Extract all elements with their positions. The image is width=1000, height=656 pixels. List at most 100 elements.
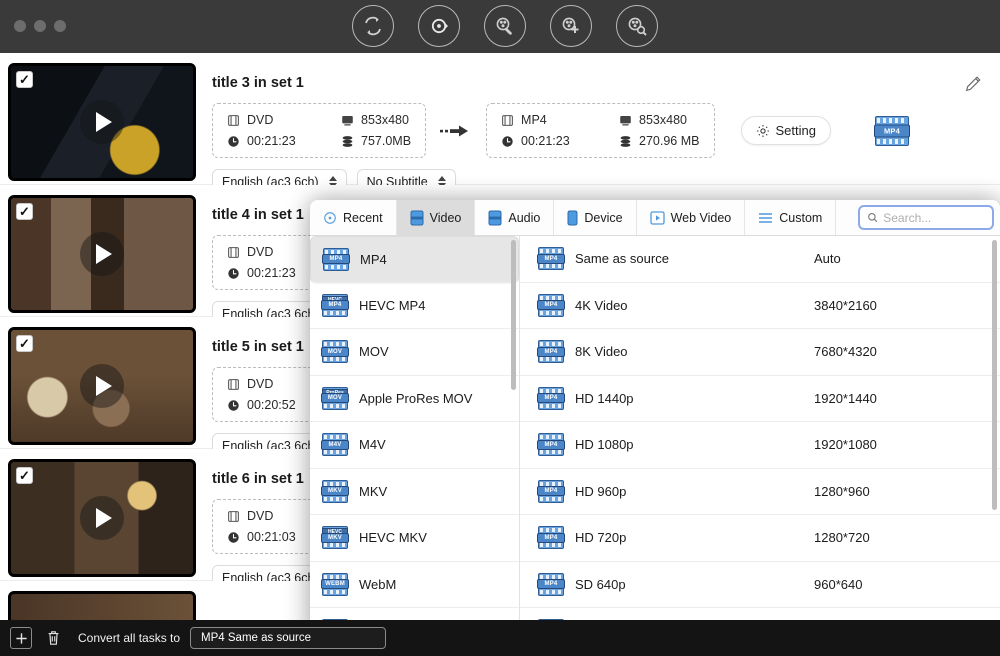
source-format-label: DVD (247, 113, 273, 127)
format-list-scrollbar[interactable] (511, 240, 516, 390)
tab-web-video[interactable]: Web Video (637, 200, 746, 235)
preset-item-hd-1080p[interactable]: MP4 HD 1080p 1920*1080 (520, 422, 1000, 469)
source-duration-label: 00:21:23 (247, 266, 296, 280)
dvd-ripper-tab-icon[interactable] (418, 5, 460, 47)
format-item-mp4[interactable]: MP4 MP4 (310, 236, 519, 283)
tab-audio-label: Audio (508, 211, 540, 225)
tab-video[interactable]: Video (397, 200, 476, 235)
task-thumbnail[interactable]: ✓ (8, 327, 196, 445)
zoom-button[interactable] (54, 20, 66, 32)
edit-pencil-icon[interactable] (964, 75, 982, 98)
output-format-badge-label: MP4 (874, 124, 910, 137)
task-title: title 3 in set 1 (212, 75, 1000, 91)
video-editor-tab-icon[interactable] (484, 5, 526, 47)
convert-all-format-select[interactable]: MP4 Same as source (190, 627, 386, 649)
task-row[interactable]: ✓ title 3 in set 1 DVD 853x480 (0, 53, 1000, 185)
play-overlay-icon[interactable] (80, 232, 124, 276)
format-badge-icon: HEVC MKV (322, 526, 348, 549)
preset-item-hd-720p[interactable]: MP4 HD 720p 1280*720 (520, 515, 1000, 562)
format-badge-icon: MP4 (323, 248, 349, 271)
setting-button[interactable]: Setting (741, 116, 831, 145)
preset-badge-icon: MP4 (538, 247, 564, 270)
preset-item-sd-640p[interactable]: MP4 SD 640p 960*640 (520, 562, 1000, 609)
format-item-apple-prores-mov[interactable]: ProRes MOV Apple ProRes MOV (310, 376, 519, 423)
delete-task-button[interactable] (42, 627, 64, 649)
minimize-button[interactable] (34, 20, 46, 32)
preset-item-4k-video[interactable]: MP4 4K Video 3840*2160 (520, 283, 1000, 330)
format-tabs[interactable]: Recent Video Audio Dev (310, 200, 1000, 236)
thumbnail-image (11, 594, 193, 620)
output-info-box: MP4 853x480 00:21:23 270.96 MB (486, 103, 714, 158)
preset-item-label: HD 1440p (575, 391, 803, 406)
format-item-hevc-mkv[interactable]: HEVC MKV HEVC MKV (310, 515, 519, 562)
output-size-label: 270.96 MB (639, 134, 699, 148)
source-resolution: 853x480 (341, 113, 411, 127)
format-popover[interactable]: Recent Video Audio Dev (310, 200, 1000, 640)
search-box[interactable] (858, 205, 994, 230)
preset-item-dimensions: 1280*720 (814, 530, 870, 545)
converter-tab-icon[interactable] (352, 5, 394, 47)
task-checkbox[interactable]: ✓ (16, 71, 33, 88)
output-format-badge[interactable]: MP4 (875, 116, 909, 146)
device-phone-icon (567, 210, 578, 226)
format-item-mov[interactable]: MOV MOV (310, 329, 519, 376)
tab-device[interactable]: Device (554, 200, 636, 235)
tab-custom[interactable]: Custom (745, 200, 836, 235)
close-button[interactable] (14, 20, 26, 32)
task-thumbnail[interactable]: ✓ (8, 459, 196, 577)
preset-item-label: HD 960p (575, 484, 803, 499)
search-input[interactable] (883, 211, 985, 225)
format-item-label: MP4 (360, 252, 387, 267)
tab-device-label: Device (584, 211, 622, 225)
task-checkbox[interactable]: ✓ (16, 335, 33, 352)
task-checkbox[interactable]: ✓ (16, 467, 33, 484)
source-duration-label: 00:21:03 (247, 530, 296, 544)
source-format-label: DVD (247, 377, 273, 391)
preset-list[interactable]: MP4 Same as source Auto MP4 4K Video 384… (520, 236, 1000, 640)
video-toolbox-tab-icon[interactable] (616, 5, 658, 47)
format-item-label: Apple ProRes MOV (359, 391, 472, 406)
play-overlay-icon[interactable] (80, 364, 124, 408)
convert-all-label: Convert all tasks to (78, 631, 180, 645)
format-list[interactable]: MP4 MP4 HEVC MP4 HEVC MP4 MOV MOV (310, 236, 520, 640)
tab-audio[interactable]: Audio (475, 200, 554, 235)
format-badge-icon: ProRes MOV (322, 387, 348, 410)
format-panes: MP4 MP4 HEVC MP4 HEVC MP4 MOV MOV (310, 236, 1000, 640)
tab-custom-label: Custom (779, 211, 822, 225)
play-overlay-icon[interactable] (80, 496, 124, 540)
format-item-webm[interactable]: WEBM WebM (310, 562, 519, 609)
preset-badge-icon: MP4 (538, 573, 564, 596)
task-thumbnail[interactable] (8, 591, 196, 620)
preset-item-dimensions: 1920*1080 (814, 437, 877, 452)
preset-item-8k-video[interactable]: MP4 8K Video 7680*4320 (520, 329, 1000, 376)
tab-recent[interactable]: Recent (310, 200, 397, 235)
output-resolution-label: 853x480 (639, 113, 687, 127)
video-merger-tab-icon[interactable] (550, 5, 592, 47)
preset-list-scrollbar[interactable] (992, 240, 997, 510)
preset-item-hd-1440p[interactable]: MP4 HD 1440p 1920*1440 (520, 376, 1000, 423)
format-item-label: MOV (359, 344, 389, 359)
format-item-mkv[interactable]: MKV MKV (310, 469, 519, 516)
app-window: ✓ title 3 in set 1 DVD 853x480 (0, 0, 1000, 656)
preset-item-label: HD 1080p (575, 437, 803, 452)
bottom-bar: Convert all tasks to MP4 Same as source (0, 620, 1000, 656)
preset-item-dimensions: 960*640 (814, 577, 862, 592)
format-item-label: WebM (359, 577, 396, 592)
output-resolution: 853x480 (619, 113, 699, 127)
task-thumbnail[interactable]: ✓ (8, 195, 196, 313)
add-task-button[interactable] (10, 627, 32, 649)
preset-item-hd-960p[interactable]: MP4 HD 960p 1280*960 (520, 469, 1000, 516)
preset-item-same-as-source[interactable]: MP4 Same as source Auto (520, 236, 1000, 283)
task-thumbnail[interactable]: ✓ (8, 63, 196, 181)
preset-item-label: 8K Video (575, 344, 803, 359)
format-item-label: M4V (359, 437, 386, 452)
format-badge-icon: WEBM (322, 573, 348, 596)
play-overlay-icon[interactable] (80, 100, 124, 144)
source-size-label: 757.0MB (361, 134, 411, 148)
preset-item-label: 4K Video (575, 298, 803, 313)
audio-file-icon (488, 210, 502, 226)
format-item-m4v[interactable]: M4V M4V (310, 422, 519, 469)
format-item-hevc-mp4[interactable]: HEVC MP4 HEVC MP4 (310, 283, 519, 330)
task-checkbox[interactable]: ✓ (16, 203, 33, 220)
source-duration-label: 00:20:52 (247, 398, 296, 412)
